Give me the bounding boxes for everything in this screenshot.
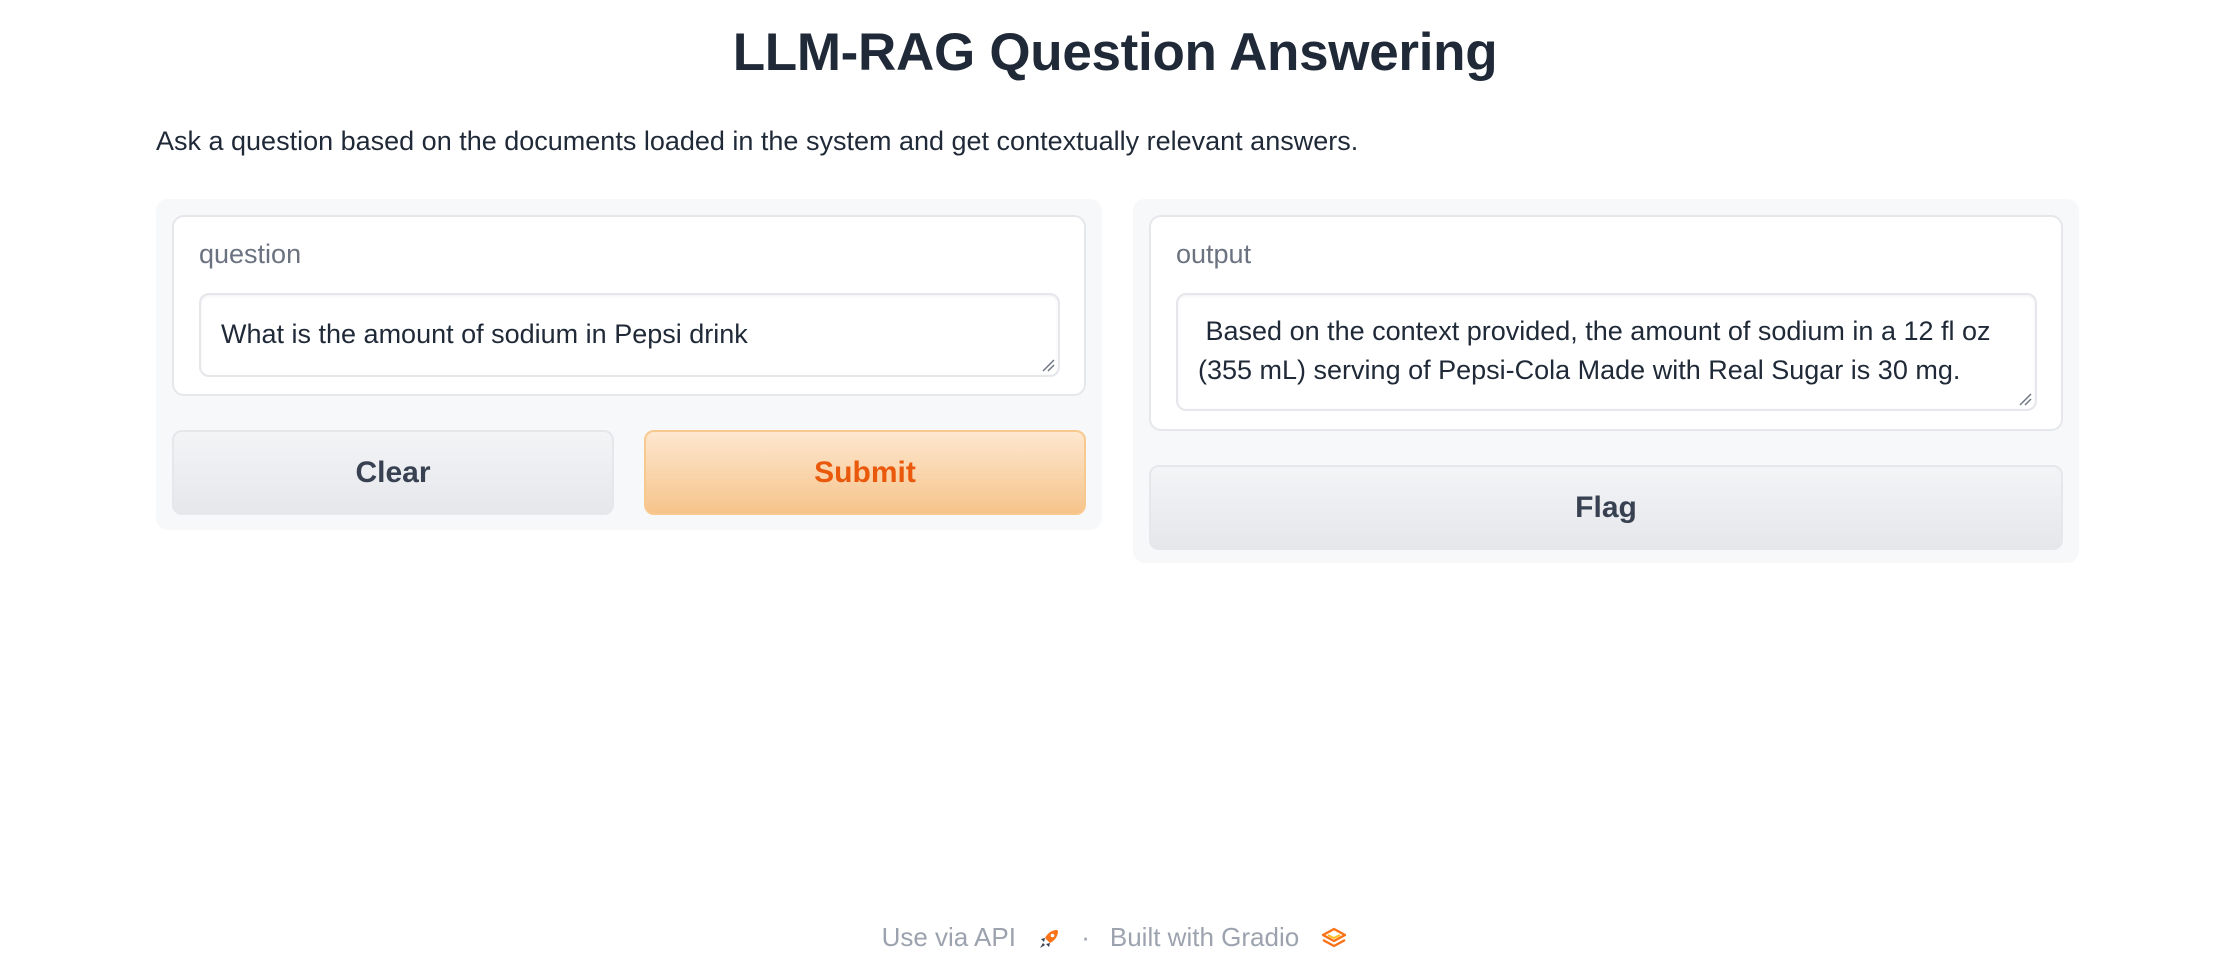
page-description: Ask a question based on the documents lo… — [156, 126, 1359, 156]
question-input[interactable]: What is the amount of sodium in Pepsi dr… — [199, 293, 1060, 377]
question-input-value: What is the amount of sodium in Pepsi dr… — [221, 319, 748, 349]
submit-button[interactable]: Submit — [644, 430, 1086, 515]
resize-handle-icon[interactable] — [1041, 358, 1055, 372]
built-with-gradio-link[interactable]: Built with Gradio — [1110, 922, 1349, 953]
app-page: LLM-RAG Question Answering Ask a questio… — [0, 0, 2230, 974]
gradio-logo-icon — [1322, 927, 1347, 948]
output-textbox[interactable]: Based on the context provided, the amoun… — [1176, 293, 2037, 411]
rocket-icon — [1040, 930, 1059, 949]
output-block: output Based on the context provided, th… — [1149, 215, 2063, 431]
output-panel: output Based on the context provided, th… — [1133, 199, 2079, 563]
use-via-api-label: Use via API — [881, 922, 1016, 952]
use-via-api-link[interactable]: Use via API — [882, 922, 1062, 953]
input-panel: question What is the amount of sodium in… — [156, 199, 1102, 530]
built-with-gradio-label: Built with Gradio — [1109, 922, 1300, 952]
output-label: output — [1176, 239, 1252, 269]
resize-handle-icon[interactable] — [2018, 392, 2032, 406]
flag-button[interactable]: Flag — [1149, 465, 2063, 550]
page-title: LLM-RAG Question Answering — [732, 23, 1498, 82]
footer: Use via API · Built with Gradio — [0, 922, 2230, 953]
footer-separator: · — [1081, 922, 1090, 952]
question-label: question — [199, 239, 302, 269]
output-textbox-value: Based on the context provided, the amoun… — [1198, 316, 1999, 385]
question-block: question What is the amount of sodium in… — [172, 215, 1086, 396]
clear-button[interactable]: Clear — [172, 430, 614, 515]
